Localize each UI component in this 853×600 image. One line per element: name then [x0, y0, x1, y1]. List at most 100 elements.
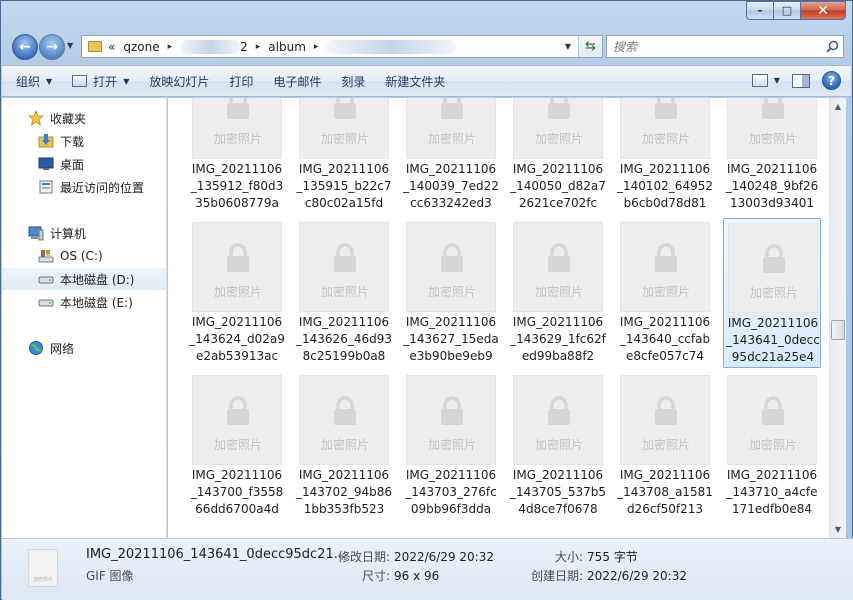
file-name: IMG_20211106_143710_a4cfe171edfb0e84 — [726, 468, 818, 516]
view-options-dropdown[interactable]: ▼ — [774, 76, 780, 85]
new-folder-button[interactable]: 新建文件夹 — [385, 69, 445, 93]
computer-icon — [28, 225, 44, 241]
recent-pages-dropdown[interactable]: ▼ — [67, 41, 73, 50]
lock-icon — [441, 98, 463, 119]
nav-favorites[interactable]: 收藏夹 — [2, 107, 166, 129]
placeholder-text: 加密照片 — [320, 132, 369, 146]
nav-label: 网络 — [50, 341, 75, 356]
details-modified-value[interactable]: 2022/6/29 20:32 — [394, 550, 494, 564]
lock-icon — [334, 243, 356, 272]
file-item[interactable]: 加密照片 IMG_20211106_143710_a4cfe171edfb0e84 — [723, 371, 821, 521]
search-icon[interactable] — [821, 40, 843, 53]
details-thumbnail-text: 加密照片 — [32, 577, 53, 583]
lock-icon — [334, 98, 356, 119]
file-thumbnail: 加密照片 — [406, 222, 496, 312]
nav-drive-d[interactable]: 本地磁盘 (D:) — [2, 268, 166, 290]
burn-button[interactable]: 刻录 — [341, 69, 365, 93]
nav-recent-places[interactable]: 最近访问的位置 — [2, 176, 166, 198]
help-icon[interactable]: ? — [822, 71, 841, 90]
breadcrumb-separator[interactable]: ▸ — [168, 42, 173, 52]
nav-downloads[interactable]: 下载 — [2, 130, 166, 152]
details-created-value[interactable]: 2022/6/29 20:32 — [587, 569, 687, 583]
preview-pane-icon[interactable] — [792, 73, 810, 88]
placeholder-text: 加密照片 — [427, 132, 476, 146]
maximize-button[interactable]: □ — [773, 1, 800, 20]
file-thumbnail: 加密照片 — [727, 375, 817, 465]
details-size-value: 755 字节 — [587, 550, 638, 564]
nav-network[interactable]: 网络 — [2, 337, 166, 359]
file-item[interactable]: 加密照片 IMG_20211106_143708_a1581d26cf50f213 — [616, 371, 714, 521]
address-overflow[interactable]: « — [108, 40, 115, 54]
file-item[interactable]: 加密照片 IMG_20211106_143703_276fc09bb96f3dda — [402, 371, 500, 521]
address-dropdown-button[interactable]: ▼ — [560, 36, 576, 57]
nav-computer[interactable]: 计算机 — [2, 222, 166, 244]
file-name: IMG_20211106_140039_7ed22cc633242ed3 — [403, 162, 499, 210]
nav-drive-e[interactable]: 本地磁盘 (E:) — [2, 291, 166, 313]
scroll-up-button[interactable]: ▲ — [830, 98, 846, 115]
refresh-button[interactable]: ⇆ — [578, 36, 602, 57]
back-button[interactable]: ← — [12, 34, 38, 60]
file-item[interactable]: 加密照片 IMG_20211106_143629_1fc62fed99ba88f2 — [509, 218, 607, 368]
file-name: IMG_20211106_143702_94b861bb353fb523 — [296, 468, 392, 516]
file-item[interactable]: 加密照片 IMG_20211106_143705_537b54d8ce7f0678 — [509, 371, 607, 521]
file-item[interactable]: 加密照片 IMG_20211106_143626_46d938c25199b0a8 — [295, 218, 393, 368]
breadcrumb-qzone[interactable]: qzone — [123, 40, 159, 54]
placeholder-text: 加密照片 — [320, 438, 369, 452]
file-thumbnail: 加密照片 — [513, 98, 603, 159]
file-item[interactable]: 加密照片 IMG_20211106_140102_64952b6cb0d78d81 — [616, 98, 714, 215]
favorites-star-icon — [28, 110, 44, 126]
close-button[interactable]: ✕ — [800, 1, 846, 20]
forward-button[interactable]: → — [39, 34, 65, 60]
details-file-name: IMG_20211106_143641_0decc95dc21... — [86, 547, 347, 562]
lock-icon — [548, 243, 570, 272]
details-modified-label: 修改日期: — [338, 550, 391, 564]
file-item[interactable]: 加密照片 IMG_20211106_140248_9bf2613003d93401 — [723, 98, 821, 215]
minimize-button[interactable]: – — [746, 1, 773, 20]
placeholder-text: 加密照片 — [748, 132, 797, 146]
file-item[interactable]: 加密照片 IMG_20211106_143627_15edae3b90be9eb9 — [402, 218, 500, 368]
lock-icon — [227, 243, 249, 272]
scroll-down-button[interactable]: ▼ — [830, 521, 846, 538]
file-thumbnail: 加密照片 — [620, 98, 710, 159]
breadcrumb-album[interactable]: album — [268, 40, 306, 54]
file-thumbnail: 加密照片 — [513, 222, 603, 312]
file-item[interactable]: 加密照片 IMG_20211106_143640_ccfabe8cfe057c74 — [616, 218, 714, 368]
open-menu[interactable]: 打开 ▼ — [72, 69, 129, 93]
file-name: IMG_20211106_143624_d02a9e2ab53913ac — [189, 315, 285, 363]
print-button[interactable]: 打印 — [229, 69, 253, 93]
image-viewer-icon — [72, 75, 88, 87]
file-list[interactable]: 加密照片 IMG_20211106_135912_f80d335b0608779a… — [168, 98, 829, 538]
file-item[interactable]: 加密照片 IMG_20211106_143700_f355866dd6700a4d — [188, 371, 286, 521]
file-thumbnail: 加密照片 — [192, 222, 282, 312]
lock-icon — [227, 98, 249, 119]
file-item[interactable]: 加密照片 IMG_20211106_135915_b22c7c80c02a15fd — [295, 98, 393, 215]
breadcrumb-separator[interactable]: ▸ — [314, 42, 319, 52]
file-item[interactable]: 加密照片 IMG_20211106_143702_94b861bb353fb523 — [295, 371, 393, 521]
address-bar[interactable]: « qzone ▸ 2 ▸ album ▸ ▼ ⇆ — [81, 35, 603, 58]
scroll-thumb[interactable] — [831, 320, 845, 340]
file-item[interactable]: 加密照片 IMG_20211106_143624_d02a9e2ab53913ac — [188, 218, 286, 368]
file-item[interactable]: 加密照片 IMG_20211106_140039_7ed22cc633242ed3 — [402, 98, 500, 215]
search-box[interactable] — [606, 35, 844, 58]
placeholder-text: 加密照片 — [748, 438, 797, 452]
vertical-scrollbar[interactable]: ▲ ▼ — [829, 98, 846, 538]
change-view-icon[interactable] — [751, 74, 768, 87]
file-thumbnail: 加密照片 — [620, 222, 710, 312]
placeholder-text: 加密照片 — [427, 438, 476, 452]
file-item[interactable]: 加密照片 IMG_20211106_143641_0decc95dc21a25e4 — [723, 218, 821, 368]
search-input[interactable] — [607, 37, 821, 56]
slideshow-button[interactable]: 放映幻灯片 — [149, 69, 209, 93]
organize-menu[interactable]: 组织 ▼ — [16, 69, 52, 93]
breadcrumb-separator[interactable]: ▸ — [256, 42, 261, 52]
details-file-type: GIF 图像 — [86, 569, 134, 583]
folder-icon — [88, 41, 102, 52]
nav-desktop[interactable]: 桌面 — [2, 153, 166, 175]
redacted-segment — [180, 39, 241, 54]
lock-icon — [762, 396, 784, 425]
nav-drive-c[interactable]: OS (C:) — [2, 245, 166, 267]
breadcrumb-segment-2[interactable]: 2 — [240, 40, 248, 54]
file-item[interactable]: 加密照片 IMG_20211106_140050_d82a72621ce702fc — [509, 98, 607, 215]
nav-label: OS (C:) — [60, 249, 103, 263]
file-item[interactable]: 加密照片 IMG_20211106_135912_f80d335b0608779a — [188, 98, 286, 215]
email-button[interactable]: 电子邮件 — [273, 69, 321, 93]
